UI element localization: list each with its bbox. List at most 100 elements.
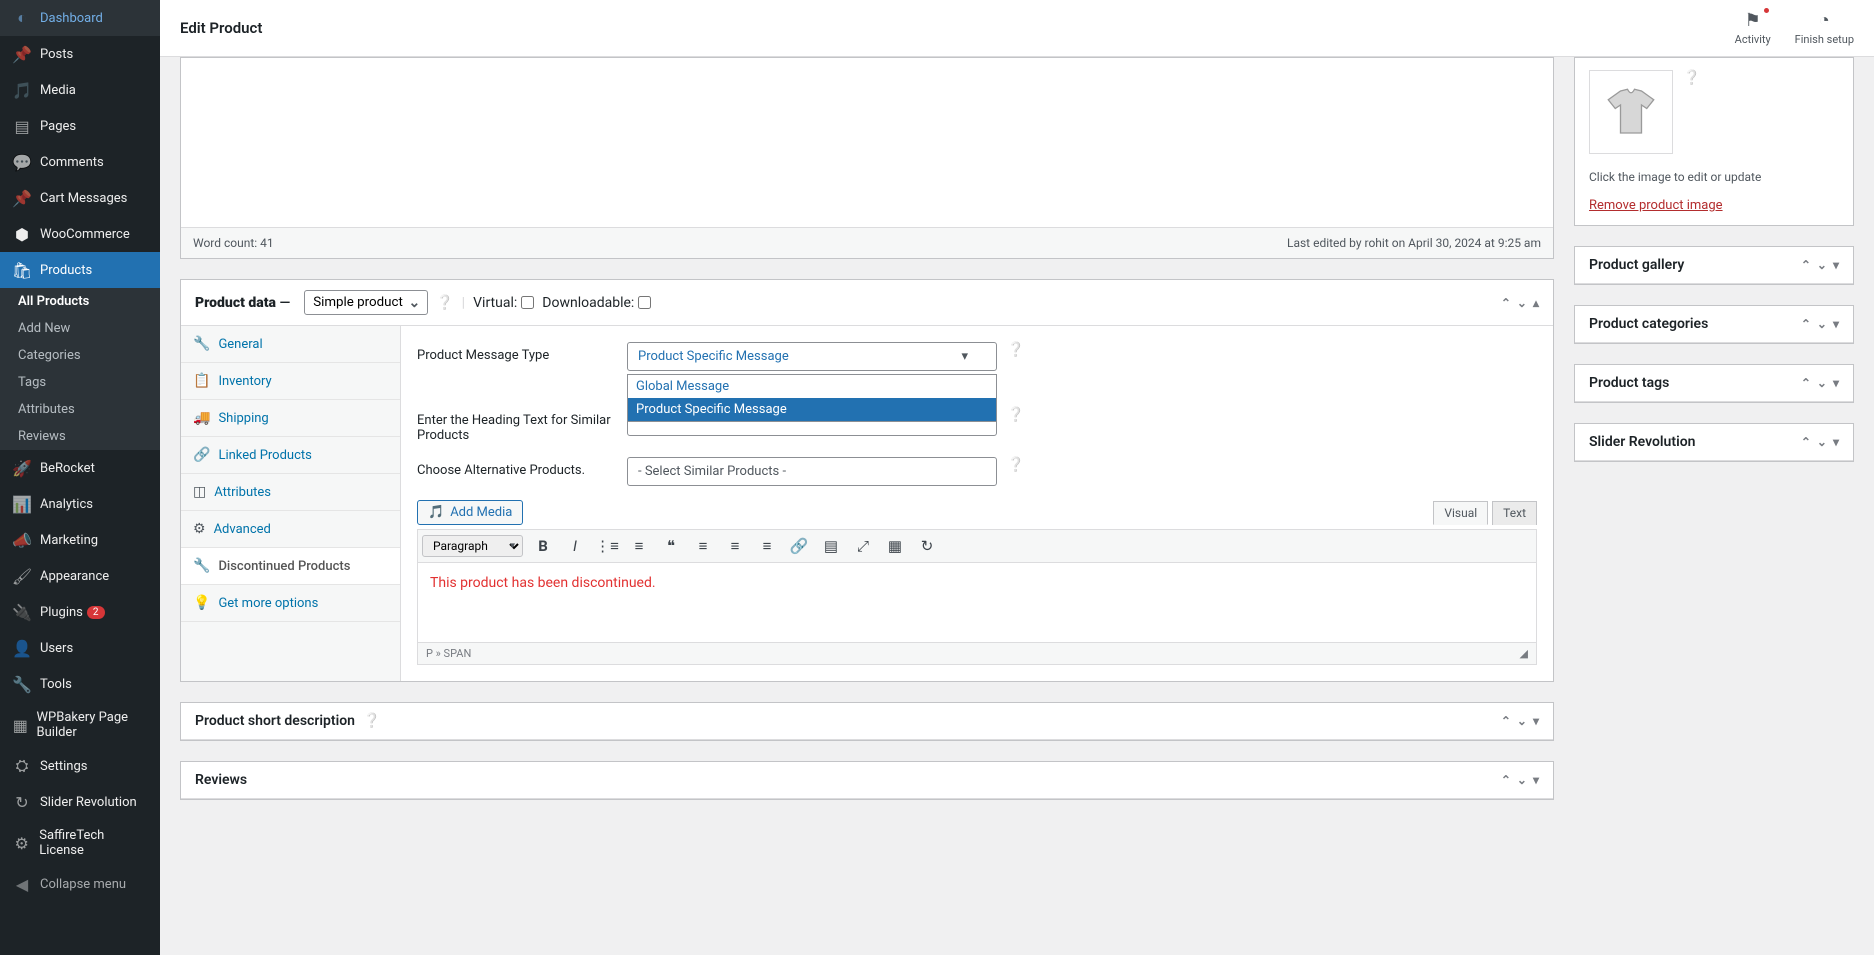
- block-format-select[interactable]: Paragraph: [422, 535, 523, 557]
- sidebar-item-appearance[interactable]: 🖌Appearance: [0, 558, 160, 594]
- toggle-panel-icon[interactable]: ▾: [1833, 376, 1839, 390]
- gear-icon: ⚙: [12, 833, 31, 853]
- sidebar-sub-tags[interactable]: Tags: [0, 369, 160, 396]
- move-down-icon[interactable]: ⌄: [1517, 714, 1527, 728]
- sidebar-item-saffire[interactable]: ⚙SaffireTech License: [0, 820, 160, 866]
- italic-icon[interactable]: I: [563, 534, 587, 558]
- readmore-icon[interactable]: ▤: [819, 534, 843, 558]
- help-icon[interactable]: ❔: [1683, 70, 1700, 86]
- move-up-icon[interactable]: ⌃: [1501, 773, 1511, 787]
- move-down-icon[interactable]: ⌄: [1817, 376, 1827, 390]
- sidebar-item-dashboard[interactable]: ◐Dashboard: [0, 0, 160, 36]
- downloadable-checkbox[interactable]: [638, 296, 651, 309]
- media-icon: 🎵: [12, 80, 32, 100]
- sidebar-item-collapse[interactable]: ◀Collapse menu: [0, 866, 160, 902]
- tab-attributes[interactable]: ◫Attributes: [181, 474, 400, 511]
- align-right-icon[interactable]: ≡: [755, 534, 779, 558]
- tab-discontinued[interactable]: 🔧Discontinued Products: [181, 548, 400, 585]
- sidebar-item-analytics[interactable]: 📊Analytics: [0, 486, 160, 522]
- toggle-panel-icon[interactable]: ▾: [1833, 258, 1839, 272]
- sidebar-item-marketing[interactable]: 📣Marketing: [0, 522, 160, 558]
- move-down-icon[interactable]: ⌄: [1517, 296, 1527, 310]
- wrench-icon: 🔧: [12, 674, 32, 694]
- move-up-icon[interactable]: ⌃: [1801, 376, 1811, 390]
- quote-icon[interactable]: ❝: [659, 534, 683, 558]
- bold-icon[interactable]: B: [531, 534, 555, 558]
- tab-linked[interactable]: 🔗Linked Products: [181, 437, 400, 474]
- tab-general[interactable]: 🔧General: [181, 326, 400, 363]
- finish-setup-button[interactable]: ◔Finish setup: [1795, 10, 1854, 46]
- product-image-thumb[interactable]: [1589, 70, 1673, 154]
- sidebar-item-tools[interactable]: 🔧Tools: [0, 666, 160, 702]
- sidebar-item-comments[interactable]: 💬Comments: [0, 144, 160, 180]
- message-editor[interactable]: This product has been discontinued.: [417, 563, 1537, 643]
- align-center-icon[interactable]: ≡: [723, 534, 747, 558]
- dropdown-option-global[interactable]: Global Message: [628, 375, 996, 398]
- sidebar-item-slider-revolution[interactable]: ↻Slider Revolution: [0, 784, 160, 820]
- toggle-panel-icon[interactable]: ▾: [1833, 317, 1839, 331]
- remove-image-link[interactable]: Remove product image: [1589, 198, 1723, 213]
- toggle-panel-icon[interactable]: ▾: [1833, 435, 1839, 449]
- sidebar-item-posts[interactable]: 📌Posts: [0, 36, 160, 72]
- virtual-checkbox[interactable]: [521, 296, 534, 309]
- help-icon[interactable]: ❔: [363, 713, 380, 729]
- sidebar-item-cart-messages[interactable]: 📌Cart Messages: [0, 180, 160, 216]
- toggle-panel-icon[interactable]: ▾: [1533, 773, 1539, 787]
- move-up-icon[interactable]: ⌃: [1501, 714, 1511, 728]
- fullscreen-icon[interactable]: ⤢: [851, 534, 875, 558]
- resize-handle-icon[interactable]: ◢: [1520, 647, 1528, 660]
- add-media-button[interactable]: 🎵Add Media: [417, 500, 523, 525]
- move-down-icon[interactable]: ⌄: [1817, 435, 1827, 449]
- editor-tab-visual[interactable]: Visual: [1433, 501, 1488, 525]
- help-icon[interactable]: ❔: [1007, 457, 1024, 473]
- link-icon[interactable]: 🔗: [787, 534, 811, 558]
- short-description-panel: Product short description ❔ ⌃⌄▾: [180, 702, 1554, 741]
- refresh-icon[interactable]: ↻: [915, 534, 939, 558]
- tab-inventory[interactable]: 📋Inventory: [181, 363, 400, 400]
- move-up-icon[interactable]: ⌃: [1801, 317, 1811, 331]
- move-down-icon[interactable]: ⌄: [1517, 773, 1527, 787]
- sidebar-sub-reviews[interactable]: Reviews: [0, 423, 160, 450]
- help-icon[interactable]: ❔: [1007, 407, 1024, 423]
- sidebar-item-woocommerce[interactable]: ⬢WooCommerce: [0, 216, 160, 252]
- product-tags-panel: Product tags⌃⌄▾: [1574, 364, 1854, 403]
- help-icon[interactable]: ❔: [1007, 342, 1024, 358]
- tab-get-more[interactable]: 💡Get more options: [181, 585, 400, 622]
- msg-type-select[interactable]: Product Specific Message ▾: [627, 342, 997, 371]
- sidebar-item-plugins[interactable]: 🔌Plugins2: [0, 594, 160, 630]
- move-up-icon[interactable]: ⌃: [1801, 258, 1811, 272]
- sidebar-item-media[interactable]: 🎵Media: [0, 72, 160, 108]
- tab-shipping[interactable]: 🚚Shipping: [181, 400, 400, 437]
- sidebar-item-settings[interactable]: ⛭Settings: [0, 748, 160, 784]
- main-editor-content[interactable]: [181, 58, 1553, 228]
- toolbar-toggle-icon[interactable]: ▦: [883, 534, 907, 558]
- tab-advanced[interactable]: ⚙Advanced: [181, 511, 400, 548]
- toggle-panel-icon[interactable]: ▾: [1533, 714, 1539, 728]
- help-icon[interactable]: ❔: [436, 295, 453, 311]
- align-left-icon[interactable]: ≡: [691, 534, 715, 558]
- sidebar-item-berocket[interactable]: 🚀BeRocket: [0, 450, 160, 486]
- move-down-icon[interactable]: ⌄: [1817, 317, 1827, 331]
- sidebar-sub-add-new[interactable]: Add New: [0, 315, 160, 342]
- sidebar-item-label: Analytics: [40, 497, 93, 512]
- sidebar-item-products[interactable]: 🛍Products: [0, 252, 160, 288]
- move-up-icon[interactable]: ⌃: [1501, 296, 1511, 310]
- sidebar-item-pages[interactable]: ▤Pages: [0, 108, 160, 144]
- product-type-select[interactable]: Simple product: [304, 290, 428, 315]
- activity-button[interactable]: ⚑Activity: [1735, 10, 1771, 46]
- sidebar-item-label: Marketing: [40, 533, 98, 548]
- sidebar-item-users[interactable]: 👤Users: [0, 630, 160, 666]
- sidebar-sub-all-products[interactable]: All Products: [0, 288, 160, 315]
- editor-tab-text[interactable]: Text: [1492, 501, 1537, 525]
- dropdown-option-specific[interactable]: Product Specific Message: [628, 398, 996, 421]
- number-list-icon[interactable]: ≡: [627, 534, 651, 558]
- tag-icon: ◫: [193, 484, 206, 500]
- sidebar-sub-categories[interactable]: Categories: [0, 342, 160, 369]
- sidebar-item-wpbakery[interactable]: ▦WPBakery Page Builder: [0, 702, 160, 748]
- alt-products-select[interactable]: - Select Similar Products -: [627, 457, 997, 486]
- sidebar-sub-attributes[interactable]: Attributes: [0, 396, 160, 423]
- toggle-panel-icon[interactable]: ▴: [1533, 296, 1539, 310]
- move-down-icon[interactable]: ⌄: [1817, 258, 1827, 272]
- bullet-list-icon[interactable]: ⋮≡: [595, 534, 619, 558]
- move-up-icon[interactable]: ⌃: [1801, 435, 1811, 449]
